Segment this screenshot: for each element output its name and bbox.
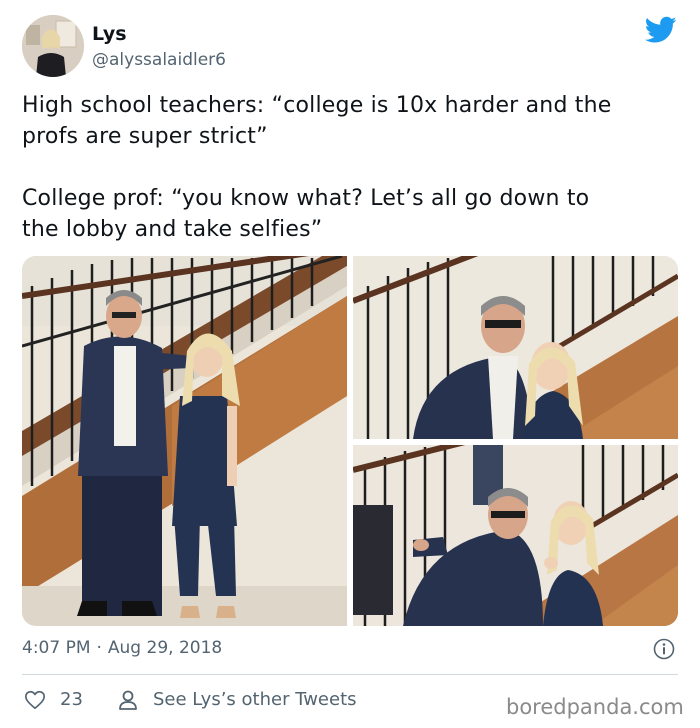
like-count[interactable]: 23 xyxy=(60,688,83,712)
heart-icon[interactable] xyxy=(24,689,46,711)
meta-separator: · xyxy=(96,638,102,658)
media-grid xyxy=(22,256,678,626)
tweet-timestamp[interactable]: 4:07 PM · Aug 29, 2018 xyxy=(22,636,222,660)
tweet-date: Aug 29, 2018 xyxy=(107,638,223,658)
photo-pointing-pose[interactable] xyxy=(353,445,678,626)
divider xyxy=(22,674,678,675)
photo-staircase-pointing[interactable] xyxy=(22,256,347,626)
tweet-paragraph: College prof: “you know what? Let’s all … xyxy=(22,186,590,242)
tweet-time: 4:07 PM xyxy=(22,638,91,658)
see-other-tweets-link[interactable]: See Lys’s other Tweets xyxy=(153,688,357,712)
user-handle[interactable]: @alyssalaidler6 xyxy=(92,49,226,71)
person-icon[interactable] xyxy=(118,689,138,711)
avatar[interactable] xyxy=(22,15,84,77)
photo-selfie[interactable] xyxy=(353,256,678,439)
avatar-photo xyxy=(22,15,84,77)
display-name[interactable]: Lys xyxy=(92,22,127,46)
tweet-card: Lys @alyssalaidler6 High school teachers… xyxy=(0,0,700,728)
tweet-paragraph: High school teachers: “college is 10x ha… xyxy=(22,93,612,149)
twitter-bird-icon[interactable] xyxy=(644,16,677,44)
tweet-text: High school teachers: “college is 10x ha… xyxy=(22,90,682,245)
info-icon[interactable] xyxy=(653,638,675,660)
watermark-boredpanda: boredpanda.com xyxy=(506,695,684,719)
